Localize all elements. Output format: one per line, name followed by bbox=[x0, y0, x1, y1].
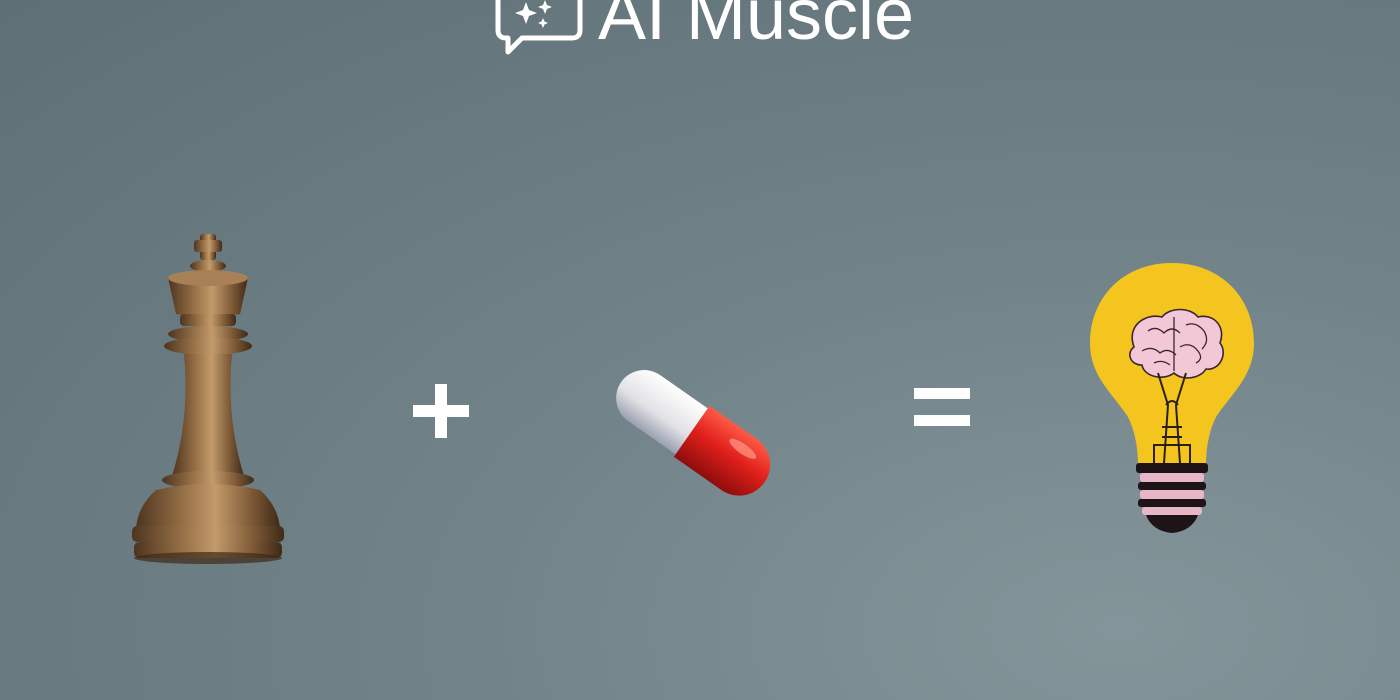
chess-king-icon bbox=[132, 234, 284, 564]
brand-name: AI Muscle bbox=[598, 0, 915, 55]
equals-icon bbox=[914, 388, 970, 426]
brand-header: AI Muscle bbox=[488, 0, 914, 60]
chat-sparkles-icon bbox=[495, 0, 583, 55]
plus-icon bbox=[413, 384, 469, 438]
pill-capsule-icon bbox=[616, 370, 771, 496]
lightbulb-brain-icon bbox=[1090, 263, 1254, 533]
